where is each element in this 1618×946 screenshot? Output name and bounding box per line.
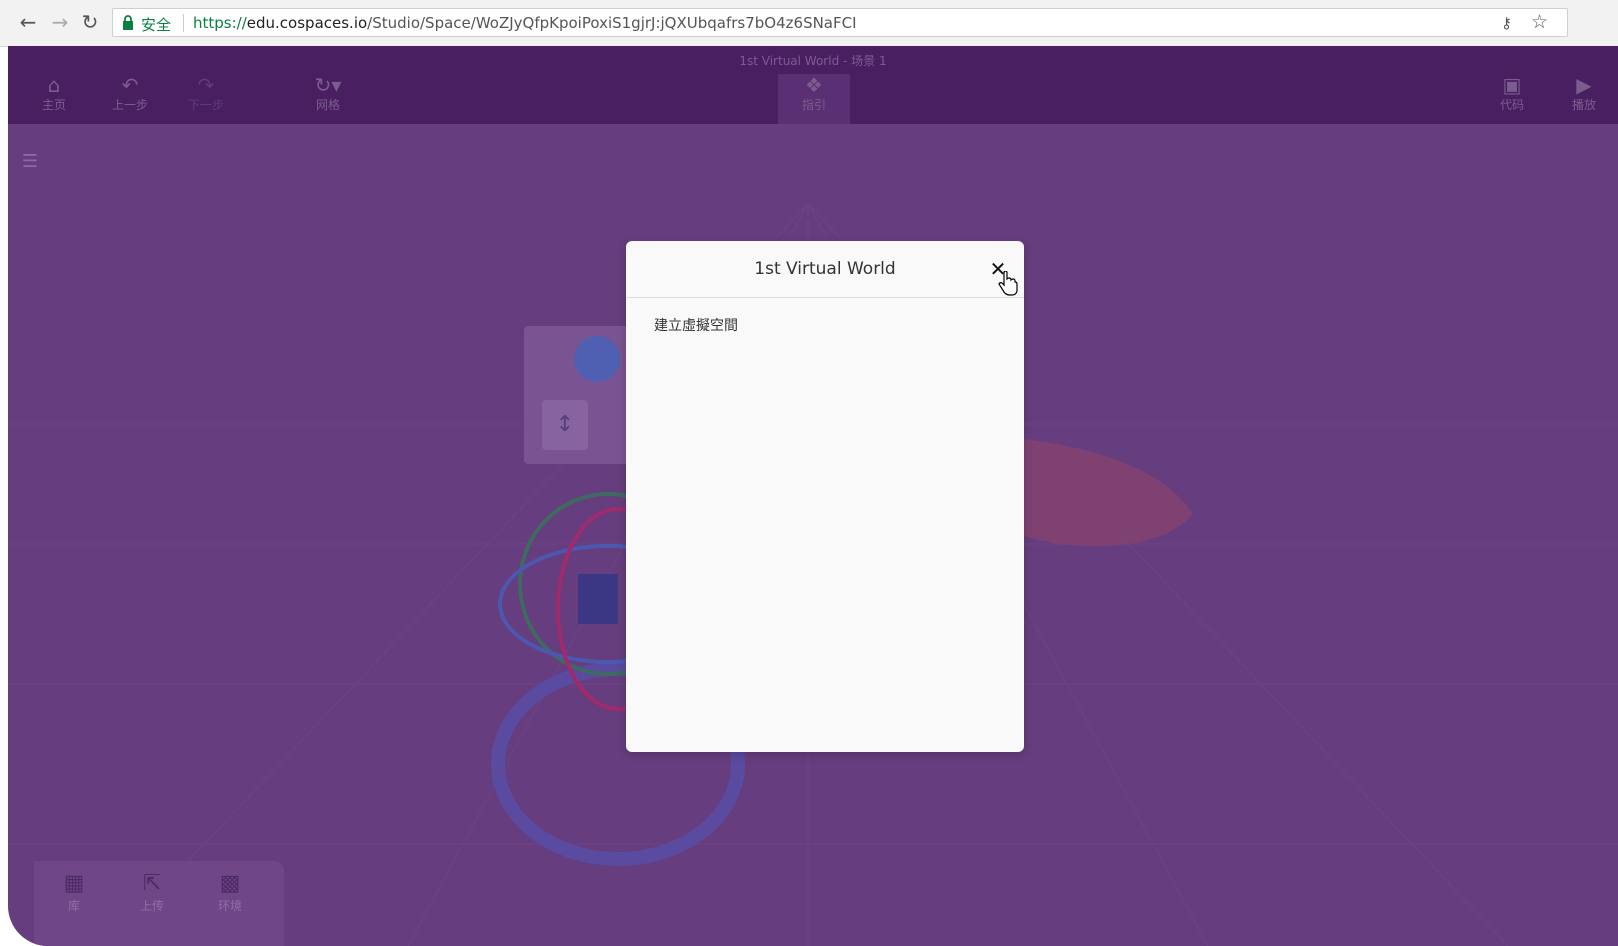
guide-label: 指引 (801, 98, 826, 112)
grid-label: 网格 (315, 98, 340, 112)
url-path: /Studio/Space/WoZJyQfpKpoiPoxiS1gjrJ:jQX… (367, 14, 857, 32)
home-label: 主页 (41, 98, 66, 112)
library-label: 库 (67, 899, 80, 913)
object-list-icon[interactable]: ☰ (18, 150, 42, 174)
home-button[interactable]: ⌂ 主页 (24, 74, 84, 124)
redo-icon: ↷ (197, 73, 215, 97)
address-separator (183, 14, 184, 32)
grid-button[interactable]: ↻▾ 网格 (298, 74, 358, 124)
upload-button[interactable]: ⇱ 上传 (122, 871, 182, 914)
undo-icon: ↶ (121, 73, 139, 97)
guide-modal: 1st Virtual World ✕ 建立虛擬空間 (626, 241, 1024, 752)
forward-arrow-icon[interactable]: → (48, 10, 72, 34)
play-button[interactable]: ▶ 播放 (1554, 74, 1614, 124)
secure-label: 安全 (141, 16, 172, 34)
rotate-icon[interactable] (574, 336, 620, 382)
guide-button[interactable]: ❖ 指引 (778, 74, 850, 124)
lock-icon (123, 15, 133, 30)
back-arrow-icon[interactable]: ← (16, 10, 40, 34)
redo-button[interactable]: ↷ 下一步 (176, 74, 236, 124)
code-button[interactable]: ▣ 代码 (1482, 74, 1542, 124)
environment-button[interactable]: ▩ 环境 (200, 871, 260, 914)
library-icon: ▦ (63, 871, 85, 896)
library-button[interactable]: ▦ 库 (44, 871, 104, 914)
hand-cursor-icon (998, 271, 1018, 296)
url-host: edu.cospaces.io (246, 14, 368, 32)
bottom-panel: ▦ 库 ⇱ 上传 ▩ 环境 (34, 861, 284, 946)
play-label: 播放 (1571, 98, 1596, 112)
address-bar[interactable]: 安全 https://edu.cospaces.io/Studio/Space/… (112, 8, 1568, 37)
upload-label: 上传 (139, 899, 164, 913)
play-icon: ▶ (1576, 73, 1592, 97)
modal-title: 1st Virtual World (754, 259, 896, 279)
modal-header: 1st Virtual World ✕ (626, 241, 1024, 298)
home-icon: ⌂ (47, 73, 61, 97)
reload-icon[interactable]: ↻ (78, 10, 102, 34)
code-icon: ▣ (1502, 73, 1522, 97)
environment-label: 环境 (217, 899, 242, 913)
star-icon[interactable]: ☆ (1531, 11, 1548, 33)
undo-button[interactable]: ↶ 上一步 (100, 74, 160, 124)
upload-icon: ⇱ (142, 871, 162, 896)
url-text[interactable]: https://edu.cospaces.io/Studio/Space/WoZ… (193, 14, 857, 32)
redo-label: 下一步 (187, 98, 224, 112)
code-label: 代码 (1499, 98, 1524, 112)
move-updown-icon[interactable]: ↕ (542, 400, 588, 450)
url-scheme: https:// (193, 14, 247, 32)
editor-toolbar: 1st Virtual World - 场景 1 ⌂ 主页 ↶ 上一步 ↷ 下一… (8, 46, 1618, 124)
browser-toolbar: ← → ↻ 安全 https://edu.cospaces.io/Studio/… (0, 0, 1618, 47)
grid-snap-icon: ↻▾ (314, 73, 342, 97)
undo-label: 上一步 (111, 98, 148, 112)
key-icon[interactable]: ⚷ (1501, 14, 1512, 32)
document-title: 1st Virtual World - 场景 1 (739, 54, 887, 68)
environment-icon: ▩ (219, 871, 241, 896)
modal-body-text: 建立虛擬空間 (654, 318, 738, 334)
guide-icon: ❖ (805, 73, 823, 97)
